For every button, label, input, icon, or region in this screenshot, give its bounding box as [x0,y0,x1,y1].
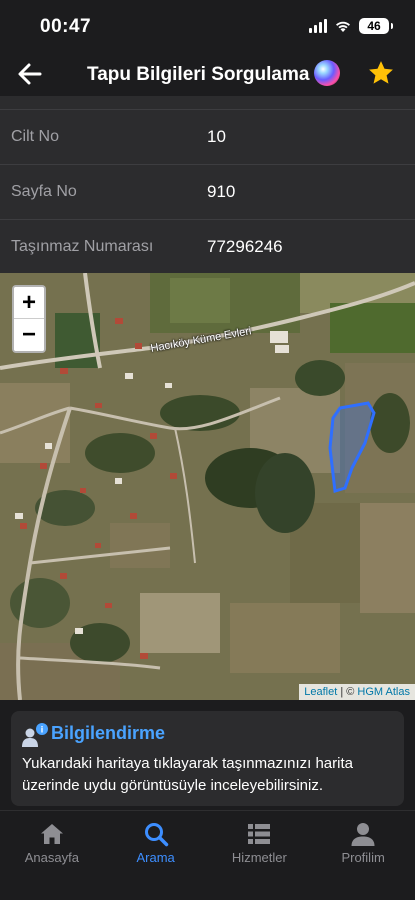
info-value: 910 [207,182,236,201]
parcel-info-list: Cilt No 10 Sayfa No 910 Taşınmaz Numaras… [0,96,415,275]
status-time: 00:47 [40,16,92,37]
person-info-icon: i [22,723,48,747]
list-row-partial [0,96,415,110]
info-card-title: Bilgilendirme [51,723,166,743]
zoom-out-button[interactable]: − [14,319,44,351]
tab-hizmetler[interactable]: Hizmetler [208,811,312,900]
page-title: Tapu Bilgileri Sorgulama [87,64,310,85]
info-row-tasinmaz: Taşınmaz Numarası 77296246 [0,220,415,275]
tab-label: Arama [136,850,175,865]
tab-label: Anasayfa [24,850,79,865]
battery-icon: 46 [359,18,393,34]
zoom-in-button[interactable]: + [14,287,44,319]
map-attribution: Leaflet | © HGM Atlas [299,684,415,700]
person-icon [351,823,375,846]
tab-arama[interactable]: Arama [104,811,208,900]
cellular-signal-icon [309,19,327,33]
info-label: Sayfa No [11,183,77,200]
info-card: i Bilgilendirme Yukarıdaki haritaya tıkl… [11,711,404,806]
siri-icon[interactable] [314,60,340,86]
svg-text:i: i [41,725,44,735]
wifi-icon [336,21,350,32]
satellite-map[interactable]: Hacıköy Küme Evleri + − Leaflet | © HGM … [0,273,415,700]
hgm-atlas-link[interactable]: HGM Atlas [357,686,410,698]
status-bar: 00:47 46 [0,0,415,52]
tab-label: Hizmetler [231,850,287,865]
tab-anasayfa[interactable]: Anasayfa [0,811,104,900]
info-row-cilt: Cilt No 10 [0,110,415,165]
info-label: Taşınmaz Numarası [11,238,154,255]
leaflet-link[interactable]: Leaflet [304,686,337,698]
nav-bar: Tapu Bilgileri Sorgulama [0,52,415,96]
info-value: 10 [207,127,226,146]
tab-label: Profilim [341,850,385,865]
info-label: Cilt No [11,128,60,145]
favorite-star-icon[interactable] [367,59,395,87]
tab-bar: Anasayfa Arama Hizmetler Profilim [0,810,415,900]
list-icon [248,824,271,844]
back-arrow-icon[interactable] [14,58,46,90]
attribution-separator: | © [337,686,358,698]
home-icon [40,824,63,844]
info-row-sayfa: Sayfa No 910 [0,165,415,220]
status-icons: 46 [309,18,393,34]
zoom-control: + − [12,285,46,353]
info-value: 77296246 [207,237,283,256]
search-icon [144,823,168,847]
info-card-text: Yukarıdaki haritaya tıklayarak taşınmazı… [22,755,353,794]
tab-profilim[interactable]: Profilim [311,811,415,900]
